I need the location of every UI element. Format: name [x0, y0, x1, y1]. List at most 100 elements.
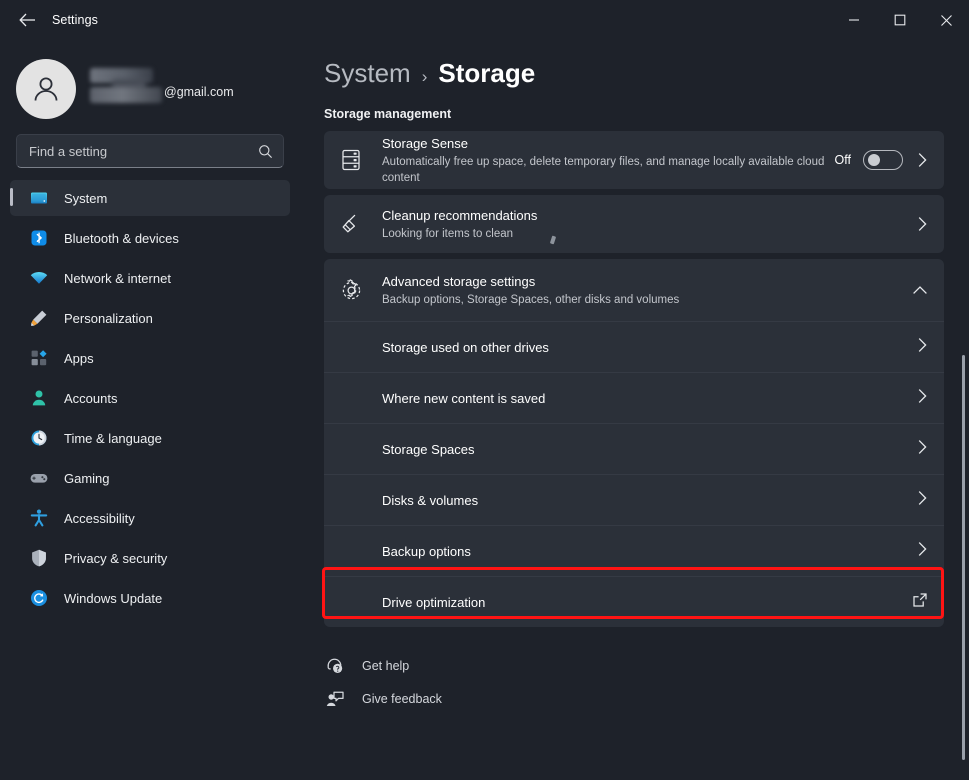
gear-icon [338, 277, 364, 303]
accessibility-icon [28, 507, 50, 529]
window-controls [831, 0, 969, 40]
card-cleanup-recommendations: Cleanup recommendations Looking for item… [324, 195, 944, 253]
search-container [16, 134, 284, 168]
sidebar-item-system[interactable]: System [10, 180, 290, 216]
monitor-icon [28, 187, 50, 209]
subitem-storage-spaces[interactable]: Storage Spaces [324, 423, 944, 474]
sidebar-item-label: Network & internet [64, 271, 171, 286]
cleanup-recommendations-text: Cleanup recommendations Looking for item… [382, 207, 903, 242]
storage-sense-controls: Off [835, 150, 928, 170]
external-link-icon[interactable] [912, 592, 928, 613]
breadcrumb-parent[interactable]: System [324, 58, 411, 89]
chevron-right-icon[interactable] [917, 490, 928, 511]
storage-sense-row[interactable]: Storage Sense Automatically free up spac… [324, 131, 944, 189]
sidebar-item-bluetooth-devices[interactable]: Bluetooth & devices [10, 220, 290, 256]
breadcrumb: System › Storage [324, 58, 969, 89]
sidebar-item-network-internet[interactable]: Network & internet [10, 260, 290, 296]
paintbrush-icon [28, 307, 50, 329]
sidebar-item-windows-update[interactable]: Windows Update [10, 580, 290, 616]
subitem-disks-and-volumes[interactable]: Disks & volumes [324, 474, 944, 525]
toggle-knob [868, 154, 880, 166]
settings-window: Settings [0, 0, 969, 780]
help-icon [324, 655, 346, 677]
person-avatar-icon [29, 72, 63, 106]
storage-sense-text: Storage Sense Automatically free up spac… [382, 135, 835, 186]
get-help-link[interactable]: Get help [324, 649, 969, 682]
chevron-right-icon[interactable] [917, 216, 928, 232]
title-bar: Settings [0, 0, 969, 40]
maximize-button[interactable] [877, 0, 923, 40]
storage-drive-icon [338, 147, 364, 173]
subitem-label: Backup options [382, 544, 917, 559]
sidebar-item-label: Time & language [64, 431, 162, 446]
advanced-storage-settings-title: Advanced storage settings [382, 273, 898, 290]
chevron-right-icon[interactable] [917, 337, 928, 358]
cleanup-recommendations-controls [903, 216, 928, 232]
close-icon [940, 14, 953, 27]
breadcrumb-separator-icon: › [422, 67, 428, 87]
subitem-label: Disks & volumes [382, 493, 917, 508]
wifi-icon [28, 267, 50, 289]
sidebar-item-apps[interactable]: Apps [10, 340, 290, 376]
sidebar-item-label: Bluetooth & devices [64, 231, 179, 246]
cleanup-recommendations-row[interactable]: Cleanup recommendations Looking for item… [324, 195, 944, 253]
advanced-storage-settings-row[interactable]: Advanced storage settings Backup options… [324, 259, 944, 321]
sidebar-item-label: Privacy & security [64, 551, 167, 566]
cleanup-recommendations-subtitle: Looking for items to clean [382, 226, 903, 242]
sidebar-item-accessibility[interactable]: Accessibility [10, 500, 290, 536]
give-feedback-label: Give feedback [362, 692, 442, 706]
sidebar-item-personalization[interactable]: Personalization [10, 300, 290, 336]
main-content: System › Storage Storage management [300, 40, 969, 780]
chevron-right-icon[interactable] [917, 541, 928, 562]
cleanup-recommendations-title: Cleanup recommendations [382, 207, 903, 224]
account-email-suffix: @gmail.com [164, 85, 234, 99]
subitem-backup-options[interactable]: Backup options [324, 525, 944, 576]
search-box[interactable] [16, 134, 284, 168]
chevron-right-icon[interactable] [917, 152, 928, 168]
vertical-scrollbar[interactable] [962, 355, 965, 760]
account-name-email: @gmail.com [90, 65, 280, 113]
update-icon [28, 587, 50, 609]
person-icon [28, 387, 50, 409]
advanced-storage-settings-text: Advanced storage settings Backup options… [382, 273, 898, 308]
subitem-label: Where new content is saved [382, 391, 917, 406]
back-arrow-icon [19, 13, 36, 27]
gamepad-icon [28, 467, 50, 489]
sidebar-item-label: Personalization [64, 311, 153, 326]
minimize-button[interactable] [831, 0, 877, 40]
account-block[interactable]: @gmail.com [0, 52, 300, 126]
search-input[interactable] [29, 144, 258, 159]
back-button[interactable] [10, 6, 44, 34]
sidebar-item-time-language[interactable]: Time & language [10, 420, 290, 456]
subitem-label: Storage Spaces [382, 442, 917, 457]
sidebar-item-label: Windows Update [64, 591, 162, 606]
sidebar-item-accounts[interactable]: Accounts [10, 380, 290, 416]
page-title: Storage [438, 58, 535, 89]
close-button[interactable] [923, 0, 969, 40]
chevron-right-icon[interactable] [917, 388, 928, 409]
subitem-storage-used-on-other-drives[interactable]: Storage used on other drives [324, 321, 944, 372]
storage-sense-toggle[interactable] [863, 150, 903, 170]
chevron-up-icon[interactable] [912, 285, 928, 296]
clock-icon [28, 427, 50, 449]
app-title: Settings [52, 13, 98, 27]
sidebar-item-privacy-security[interactable]: Privacy & security [10, 540, 290, 576]
sidebar-item-label: Gaming [64, 471, 110, 486]
footer-links: Get help Give feedback [324, 649, 969, 715]
sidebar-nav: System Bluetooth & devices [0, 180, 300, 616]
get-help-label: Get help [362, 659, 409, 673]
sidebar-item-gaming[interactable]: Gaming [10, 460, 290, 496]
chevron-right-icon[interactable] [917, 439, 928, 460]
subitem-label: Drive optimization [382, 595, 912, 610]
give-feedback-link[interactable]: Give feedback [324, 682, 969, 715]
feedback-icon [324, 688, 346, 710]
sidebar-item-label: Accounts [64, 391, 117, 406]
sidebar: @gmail.com [0, 40, 300, 780]
section-heading: Storage management [324, 107, 969, 121]
storage-sense-toggle-label: Off [835, 153, 851, 167]
subitem-drive-optimization[interactable]: Drive optimization [324, 576, 944, 627]
search-icon [258, 144, 273, 159]
subitem-where-new-content-is-saved[interactable]: Where new content is saved [324, 372, 944, 423]
advanced-storage-settings-subtitle: Backup options, Storage Spaces, other di… [382, 292, 898, 308]
card-advanced-storage-settings: Advanced storage settings Backup options… [324, 259, 944, 627]
